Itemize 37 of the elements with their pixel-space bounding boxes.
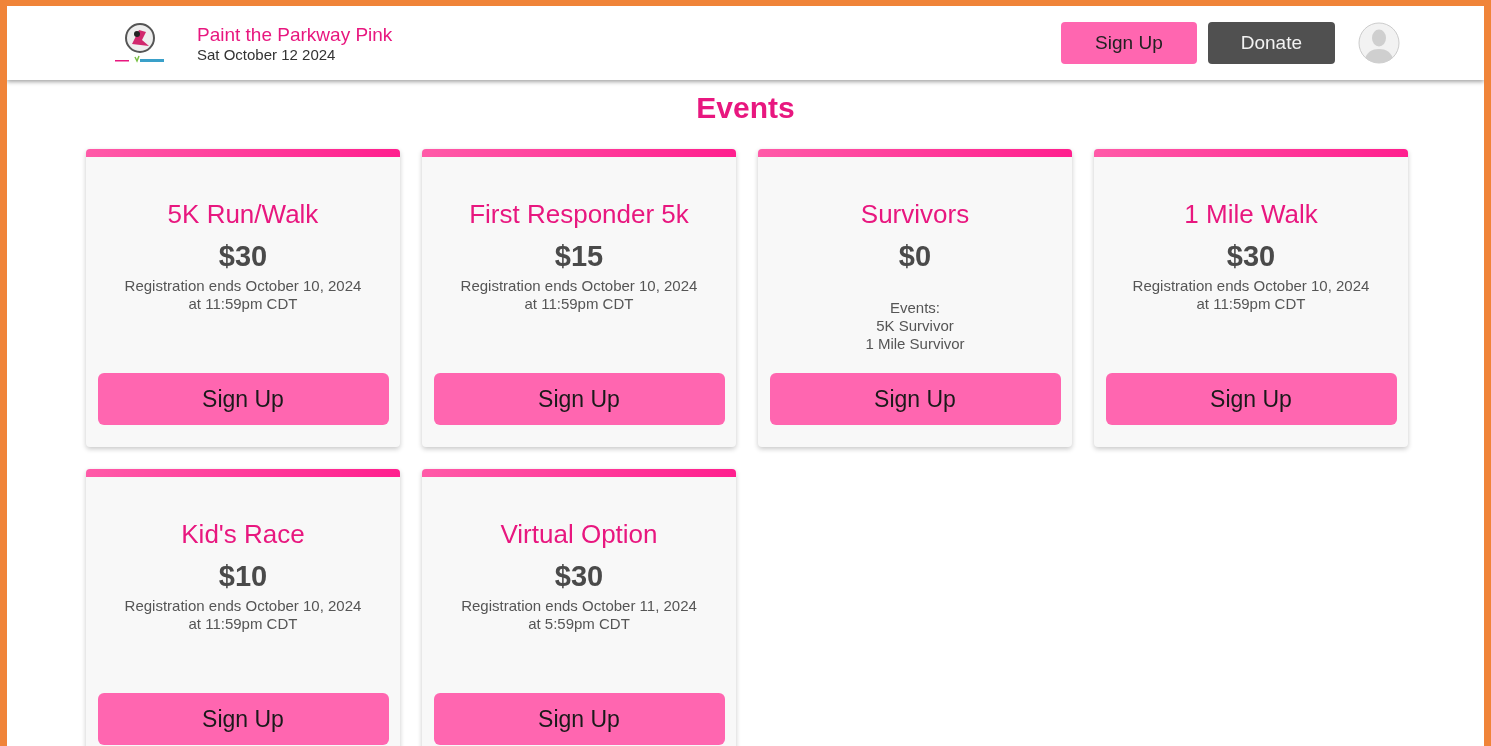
event-price: $10 — [218, 559, 268, 593]
event-name: 5K Survivor — [876, 317, 954, 335]
sign-up-button[interactable]: Sign Up — [97, 693, 389, 745]
event-date: Sat October 12 2024 — [197, 45, 337, 63]
section-heading: Events — [695, 92, 796, 124]
event-name: First Responder 5k — [469, 199, 689, 229]
registration-deadline: at 11:59pm CDT — [188, 615, 298, 633]
events-label: Events: — [889, 299, 940, 317]
event-name: 1 Mile Survivor — [865, 335, 965, 353]
registration-deadline: Registration ends October 10, 2024 — [460, 277, 698, 295]
event-name: Kid's Race — [181, 519, 305, 549]
registration-deadline: at 11:59pm CDT — [188, 295, 298, 313]
event-price: $0 — [898, 239, 932, 273]
event-price: $30 — [554, 559, 604, 593]
registration-deadline: Registration ends October 10, 2024 — [124, 597, 362, 615]
sign-up-button[interactable]: Sign Up — [97, 373, 389, 425]
event-title: Paint the Parkway Pink — [197, 23, 393, 46]
donate-button[interactable]: Donate — [1207, 22, 1335, 64]
event-price: $15 — [554, 239, 604, 273]
registration-deadline: at 11:59pm CDT — [524, 295, 634, 313]
registration-deadline: at 5:59pm CDT — [528, 615, 630, 633]
sign-up-button[interactable]: Sign Up — [1061, 22, 1197, 64]
event-price: $30 — [1226, 239, 1276, 273]
sign-up-button[interactable]: Sign Up — [433, 693, 725, 745]
avatar-icon[interactable] — [1358, 22, 1400, 64]
event-name: Virtual Option — [500, 519, 658, 549]
event-name: 1 Mile Walk — [1184, 199, 1318, 229]
sign-up-button[interactable]: Sign Up — [1105, 373, 1397, 425]
registration-deadline: at 11:59pm CDT — [1196, 295, 1306, 313]
registration-deadline: Registration ends October 11, 2024 — [461, 597, 697, 615]
registration-deadline: Registration ends October 10, 2024 — [124, 277, 362, 295]
sign-up-button[interactable]: Sign Up — [769, 373, 1061, 425]
event-price: $30 — [218, 239, 268, 273]
event-name: Survivors — [860, 199, 970, 229]
event-name: 5K Run/Walk — [167, 199, 319, 229]
registration-deadline: Registration ends October 10, 2024 — [1132, 277, 1370, 295]
sign-up-button[interactable]: Sign Up — [433, 373, 725, 425]
